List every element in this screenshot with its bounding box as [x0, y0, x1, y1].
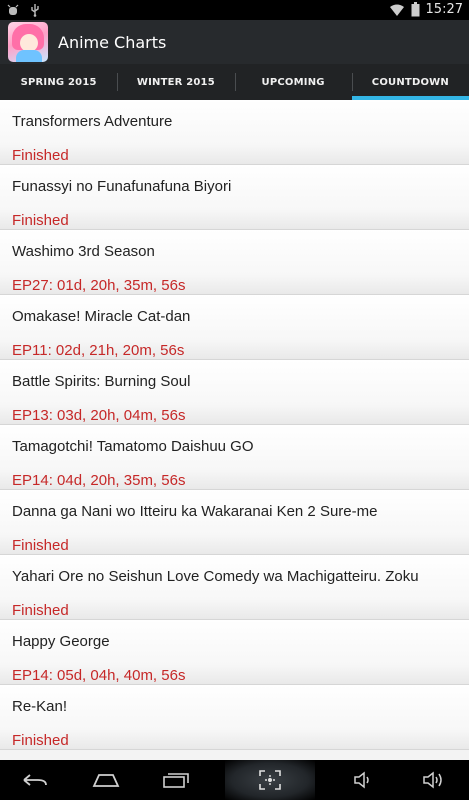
action-bar: Anime Charts: [0, 20, 469, 64]
item-status: EP13: 03d, 20h, 04m, 56s: [12, 407, 186, 424]
item-title: Funassyi no Funafunafuna Biyori: [12, 178, 232, 195]
list-item[interactable]: Omakase! Miracle Cat-dan EP11: 02d, 21h,…: [0, 295, 469, 360]
volume-up-icon[interactable]: [412, 760, 456, 800]
item-title: Battle Spirits: Burning Soul: [12, 373, 191, 390]
anime-list[interactable]: Transformers Adventure Finished Funassyi…: [0, 100, 469, 760]
item-status: EP27: 01d, 20h, 35m, 56s: [12, 277, 186, 294]
tab-countdown[interactable]: COUNTDOWN: [351, 64, 469, 100]
item-title: Danna ga Nani wo Itteiru ka Wakaranai Ke…: [12, 503, 378, 520]
item-status: EP14: 04d, 20h, 35m, 56s: [12, 472, 186, 489]
volume-down-icon[interactable]: [341, 760, 385, 800]
app-icon[interactable]: [8, 22, 48, 62]
tab-bar: SPRING 2015 WINTER 2015 UPCOMING COUNTDO…: [0, 64, 469, 100]
screenshot-icon[interactable]: [224, 760, 315, 800]
item-title: Washimo 3rd Season: [12, 243, 155, 260]
debug-icon: [6, 3, 20, 17]
navigation-bar: [0, 760, 469, 800]
list-item[interactable]: Funassyi no Funafunafuna Biyori Finished: [0, 165, 469, 230]
item-title: Happy George: [12, 633, 110, 650]
list-item[interactable]: Re-Kan! Finished: [0, 685, 469, 750]
item-status: EP14: 05d, 04h, 40m, 56s: [12, 667, 186, 684]
list-item[interactable]: Happy George EP14: 05d, 04h, 40m, 56s: [0, 620, 469, 685]
item-title: Transformers Adventure: [12, 113, 173, 130]
list-item[interactable]: Battle Spirits: Burning Soul EP13: 03d, …: [0, 360, 469, 425]
tab-winter-2015[interactable]: WINTER 2015: [117, 64, 234, 100]
recent-apps-icon[interactable]: [154, 760, 198, 800]
list-item[interactable]: Danna ga Nani wo Itteiru ka Wakaranai Ke…: [0, 490, 469, 555]
item-status: Finished: [12, 732, 69, 749]
tab-upcoming[interactable]: UPCOMING: [234, 64, 352, 100]
item-status: Finished: [12, 537, 69, 554]
item-status: Finished: [12, 602, 69, 619]
item-title: Yahari Ore no Seishun Love Comedy wa Mac…: [12, 568, 419, 585]
battery-icon: [411, 2, 420, 17]
item-status: EP11: 02d, 21h, 20m, 56s: [12, 342, 185, 359]
item-status: Finished: [12, 212, 69, 229]
tab-spring-2015[interactable]: SPRING 2015: [0, 64, 117, 100]
usb-icon: [28, 3, 42, 17]
list-item[interactable]: Tamagotchi! Tamatomo Daishuu GO EP14: 04…: [0, 425, 469, 490]
status-bar: 15:27: [0, 0, 469, 20]
item-title: Tamagotchi! Tamatomo Daishuu GO: [12, 438, 254, 455]
list-item[interactable]: Transformers Adventure Finished: [0, 100, 469, 165]
app-title: Anime Charts: [58, 32, 167, 52]
clock: 15:27: [425, 2, 463, 17]
list-item[interactable]: Washimo 3rd Season EP27: 01d, 20h, 35m, …: [0, 230, 469, 295]
wifi-icon: [389, 3, 405, 17]
item-title: Omakase! Miracle Cat-dan: [12, 308, 191, 325]
list-item[interactable]: Yahari Ore no Seishun Love Comedy wa Mac…: [0, 555, 469, 620]
item-status: Finished: [12, 147, 69, 164]
home-icon[interactable]: [84, 760, 128, 800]
item-title: Re-Kan!: [12, 698, 68, 715]
back-icon[interactable]: [13, 760, 57, 800]
